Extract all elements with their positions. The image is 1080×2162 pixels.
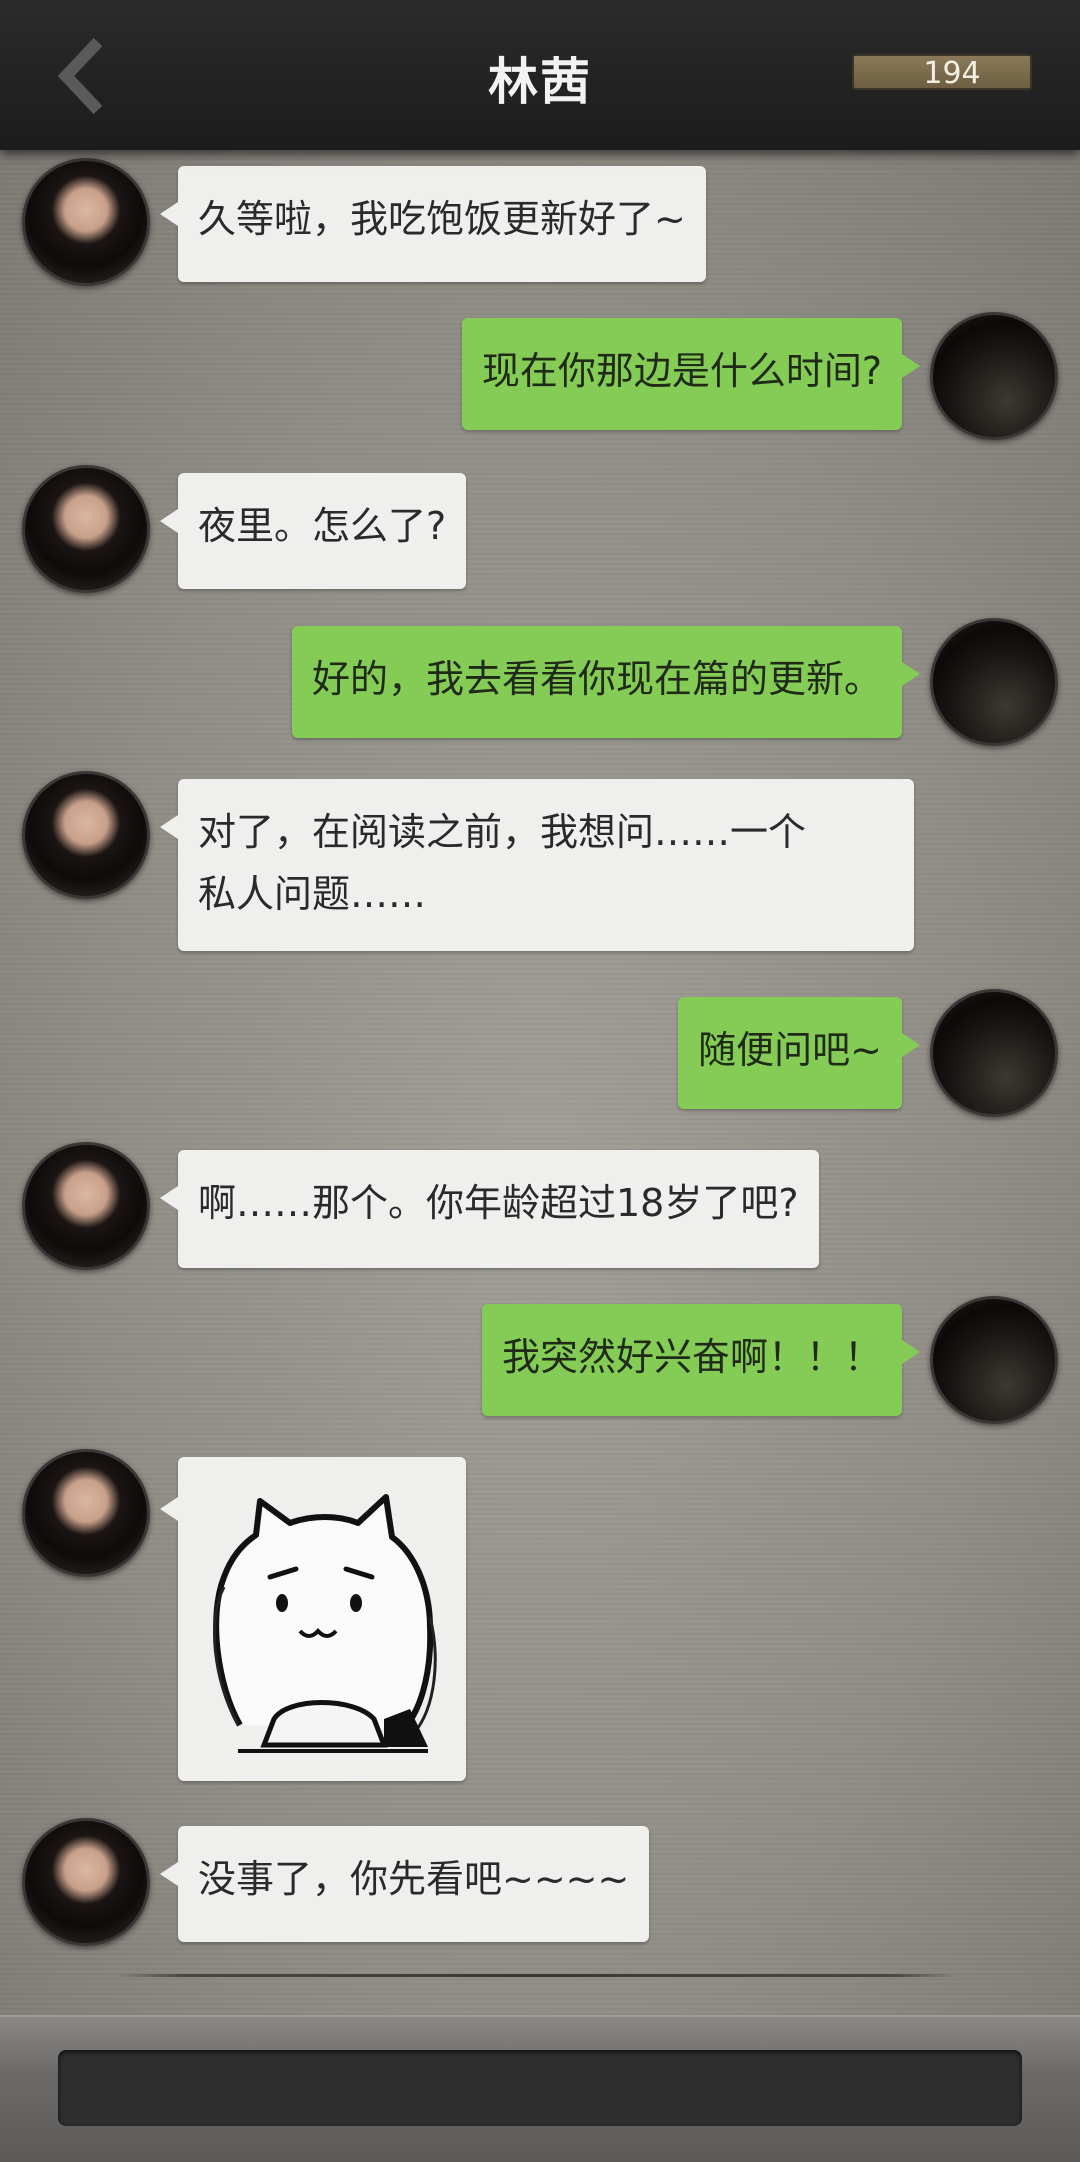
her-avatar[interactable] <box>22 465 150 593</box>
her-avatar[interactable] <box>22 1449 150 1577</box>
message-bubble: 好的，我去看看你现在篇的更新。 <box>291 626 921 738</box>
my-avatar[interactable] <box>930 312 1058 440</box>
my-avatar[interactable] <box>930 989 1058 1117</box>
my-avatar[interactable] <box>930 1296 1058 1424</box>
message-bubble: 随便问吧~ <box>678 997 920 1109</box>
message-line: 私人问题…… <box>198 872 427 916</box>
her-avatar[interactable] <box>22 1142 150 1270</box>
message-bubble: 没事了，你先看吧~~~~ <box>159 1826 650 1942</box>
message-line: 对了，在阅读之前，我想问……一个 <box>198 810 807 854</box>
my-avatar[interactable] <box>930 618 1058 746</box>
message-bubble: 夜里。怎么了? <box>159 473 467 589</box>
message-bubble: 对了，在阅读之前，我想问……一个 私人问题…… <box>160 779 914 951</box>
cat-sticker-icon <box>213 1494 437 1753</box>
message-bubble: 久等啦，我吃饱饭更新好了~ <box>160 166 706 282</box>
her-avatar[interactable] <box>22 1818 150 1946</box>
sticker-bubble[interactable] <box>160 1457 466 1781</box>
divider <box>114 1974 960 1977</box>
coin-counter: 194 <box>852 54 1032 91</box>
message-bubble: 我突然好兴奋啊！！！ <box>481 1304 921 1416</box>
her-avatar[interactable] <box>22 771 150 899</box>
top-bar: 林茜 194 <box>0 0 1080 150</box>
message-input[interactable] <box>58 2050 1022 2126</box>
her-avatar[interactable] <box>22 158 150 286</box>
message-bubble: 啊……那个。你年龄超过18岁了吧? <box>160 1150 819 1268</box>
message-bubble: 现在你那边是什么时间? <box>461 318 921 430</box>
